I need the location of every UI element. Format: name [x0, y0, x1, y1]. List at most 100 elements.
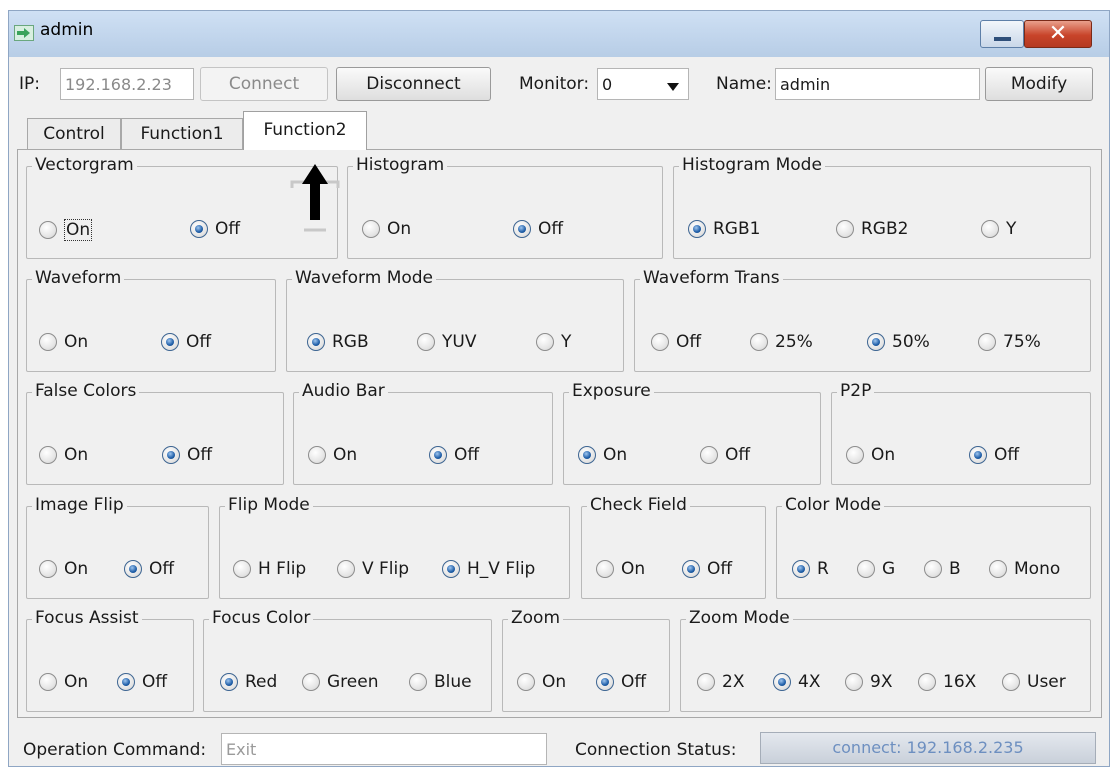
option-label: On [387, 219, 412, 239]
waveform-on-radio[interactable]: On [39, 332, 88, 352]
zoom-mode-group: Zoom Mode 2X 4X 9X 16X User [680, 608, 1091, 712]
name-field[interactable]: admin [775, 68, 980, 100]
audio-bar-group: Audio Bar On Off [293, 381, 553, 485]
minimize-button[interactable] [980, 20, 1024, 48]
close-button[interactable]: ✕ [1024, 20, 1092, 48]
zoom-group: Zoom On Off [502, 608, 670, 712]
flip-mode-v-radio[interactable]: V Flip [337, 559, 409, 579]
option-label: V Flip [362, 559, 410, 579]
option-label: On [603, 445, 628, 465]
option-label: Y [1006, 219, 1017, 239]
option-label: On [871, 445, 896, 465]
option-label: On [64, 445, 89, 465]
vectorgram-off-radio[interactable]: Off [190, 219, 240, 239]
waveform-trans-50-radio[interactable]: 50% [867, 332, 930, 352]
zoom-on-radio[interactable]: On [517, 672, 566, 692]
vectorgram-title: Vectorgram [32, 155, 137, 175]
audio-bar-off-radio[interactable]: Off [429, 445, 479, 465]
radio-icon [39, 673, 57, 691]
histogram-mode-group: Histogram Mode RGB1 RGB2 Y [673, 155, 1091, 259]
waveform-trans-75-radio[interactable]: 75% [978, 332, 1041, 352]
focus-color-red-radio[interactable]: Red [220, 672, 277, 692]
disconnect-button[interactable]: Disconnect [336, 67, 491, 101]
zoom-mode-2x-radio[interactable]: 2X [697, 672, 744, 692]
radio-icon [308, 446, 326, 464]
waveform-mode-rgb-radio[interactable]: RGB [307, 332, 369, 352]
zoom-off-radio[interactable]: Off [596, 672, 646, 692]
waveform-off-radio[interactable]: Off [161, 332, 211, 352]
radio-icon [918, 673, 936, 691]
tab-function1[interactable]: Function1 [121, 118, 243, 149]
histogram-mode-rgb1-radio[interactable]: RGB1 [688, 219, 760, 239]
option-label: On [64, 219, 93, 241]
histogram-mode-rgb2-radio[interactable]: RGB2 [836, 219, 908, 239]
radio-checked-icon [513, 220, 531, 238]
radio-icon [651, 333, 669, 351]
audio-bar-on-radio[interactable]: On [308, 445, 357, 465]
focus-color-green-radio[interactable]: Green [302, 672, 378, 692]
minimize-icon [994, 37, 1011, 41]
check-field-on-radio[interactable]: On [596, 559, 645, 579]
waveform-mode-yuv-radio[interactable]: YUV [417, 332, 476, 352]
option-label: 50% [892, 332, 930, 352]
connect-button[interactable]: Connect [200, 67, 328, 101]
vectorgram-on-radio[interactable]: On [39, 219, 93, 241]
radio-icon [39, 560, 57, 578]
monitor-value: 0 [602, 75, 613, 94]
radio-icon [302, 673, 320, 691]
zoom-mode-user-radio[interactable]: User [1002, 672, 1066, 692]
option-label: Off [994, 445, 1020, 465]
zoom-mode-9x-radio[interactable]: 9X [845, 672, 892, 692]
option-label: On [621, 559, 646, 579]
image-flip-off-radio[interactable]: Off [124, 559, 174, 579]
option-label: Off [725, 445, 751, 465]
p2p-off-radio[interactable]: Off [969, 445, 1019, 465]
exposure-group: Exposure On Off [563, 381, 821, 485]
title-bar [9, 11, 1109, 57]
radio-icon [536, 333, 554, 351]
radio-icon [39, 221, 57, 239]
focus-assist-off-radio[interactable]: Off [117, 672, 167, 692]
zoom-mode-4x-radio[interactable]: 4X [773, 672, 820, 692]
p2p-on-radio[interactable]: On [846, 445, 895, 465]
check-field-off-radio[interactable]: Off [682, 559, 732, 579]
histogram-mode-y-radio[interactable]: Y [981, 219, 1016, 239]
exposure-on-radio[interactable]: On [578, 445, 627, 465]
false-colors-on-radio[interactable]: On [39, 445, 88, 465]
option-label: B [949, 559, 961, 579]
tab-function2[interactable]: Function2 [243, 111, 367, 150]
tab-control[interactable]: Control [27, 118, 121, 149]
color-mode-r-radio[interactable]: R [792, 559, 829, 579]
zoom-mode-title: Zoom Mode [686, 608, 793, 628]
color-mode-mono-radio[interactable]: Mono [989, 559, 1060, 579]
image-flip-on-radio[interactable]: On [39, 559, 88, 579]
connection-status-value: connect: 192.168.2.235 [832, 738, 1024, 757]
waveform-trans-off-radio[interactable]: Off [651, 332, 701, 352]
radio-icon [750, 333, 768, 351]
modify-button[interactable]: Modify [985, 67, 1093, 101]
waveform-trans-25-radio[interactable]: 25% [750, 332, 813, 352]
exposure-title: Exposure [569, 381, 654, 401]
focus-assist-on-radio[interactable]: On [39, 672, 88, 692]
waveform-mode-y-radio[interactable]: Y [536, 332, 571, 352]
radio-checked-icon [429, 446, 447, 464]
focus-color-blue-radio[interactable]: Blue [409, 672, 472, 692]
flip-mode-hv-radio[interactable]: H_V Flip [442, 559, 535, 579]
false-colors-off-radio[interactable]: Off [162, 445, 212, 465]
zoom-mode-16x-radio[interactable]: 16X [918, 672, 976, 692]
command-field[interactable]: Exit [221, 733, 547, 765]
flip-mode-h-radio[interactable]: H Flip [233, 559, 306, 579]
histogram-off-radio[interactable]: Off [513, 219, 563, 239]
ip-field[interactable]: 192.168.2.23 [60, 68, 194, 100]
option-label: Off [621, 672, 647, 692]
histogram-group: Histogram On Off [347, 155, 663, 259]
color-mode-b-radio[interactable]: B [924, 559, 961, 579]
color-mode-g-radio[interactable]: G [857, 559, 895, 579]
exposure-off-radio[interactable]: Off [700, 445, 750, 465]
histogram-on-radio[interactable]: On [362, 219, 411, 239]
monitor-select[interactable]: 0 [597, 68, 689, 100]
radio-checked-icon [307, 333, 325, 351]
color-mode-title: Color Mode [782, 495, 885, 515]
option-label: Mono [1014, 559, 1061, 579]
radio-icon [845, 673, 863, 691]
